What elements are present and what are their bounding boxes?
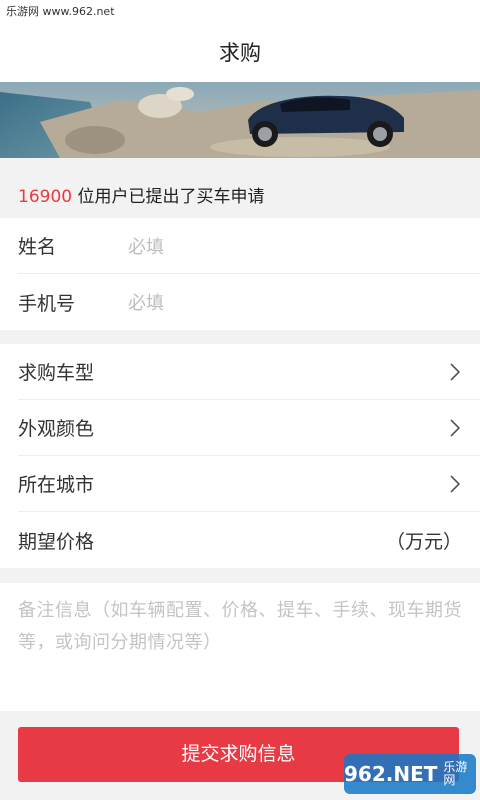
request-stat: 16900 位用户已提出了买车申请 (0, 158, 480, 218)
banner-image (0, 82, 480, 158)
chevron-right-icon (450, 475, 461, 493)
exterior-color-label: 外观颜色 (18, 418, 95, 440)
exterior-color-row[interactable]: 外观颜色 (18, 400, 480, 456)
price-unit: （万元） (385, 530, 462, 553)
name-label: 姓名 (18, 236, 57, 258)
watermark-logo: 962.NET 乐游网 (344, 754, 476, 794)
page-title: 求购 (0, 24, 480, 82)
city-row[interactable]: 所在城市 (18, 456, 480, 512)
expected-price-row[interactable]: 期望价格 （万元） (18, 512, 480, 568)
phone-row[interactable]: 手机号 必填 (18, 274, 480, 330)
remarks-textarea[interactable]: 备注信息（如车辆配置、价格、提车、手续、现车期货等，或询问分期情况等） (0, 583, 480, 711)
status-bar: 乐游网 www.962.net (0, 0, 480, 24)
watermark-sub: 乐游网 (443, 760, 468, 787)
car-options: 求购车型 外观颜色 所在城市 期望价格 （万元） (0, 344, 480, 568)
watermark-brand: 962.NET (344, 762, 438, 786)
request-count: 16900 (18, 187, 73, 207)
car-model-label: 求购车型 (18, 362, 95, 384)
request-stat-text: 位用户已提出了买车申请 (72, 187, 265, 207)
car-model-row[interactable]: 求购车型 (18, 344, 480, 400)
phone-input[interactable]: 必填 (128, 289, 164, 315)
name-row[interactable]: 姓名 必填 (18, 218, 480, 274)
expected-price-label: 期望价格 (18, 530, 95, 553)
status-site-text: 乐游网 www.962.net (6, 5, 115, 18)
phone-label: 手机号 (18, 292, 76, 315)
car-banner-illustration (0, 82, 480, 158)
chevron-right-icon (450, 419, 461, 437)
name-input[interactable]: 必填 (128, 233, 164, 259)
city-label: 所在城市 (18, 474, 95, 496)
contact-form: 姓名 必填 手机号 必填 (0, 218, 480, 330)
chevron-right-icon (450, 363, 461, 381)
